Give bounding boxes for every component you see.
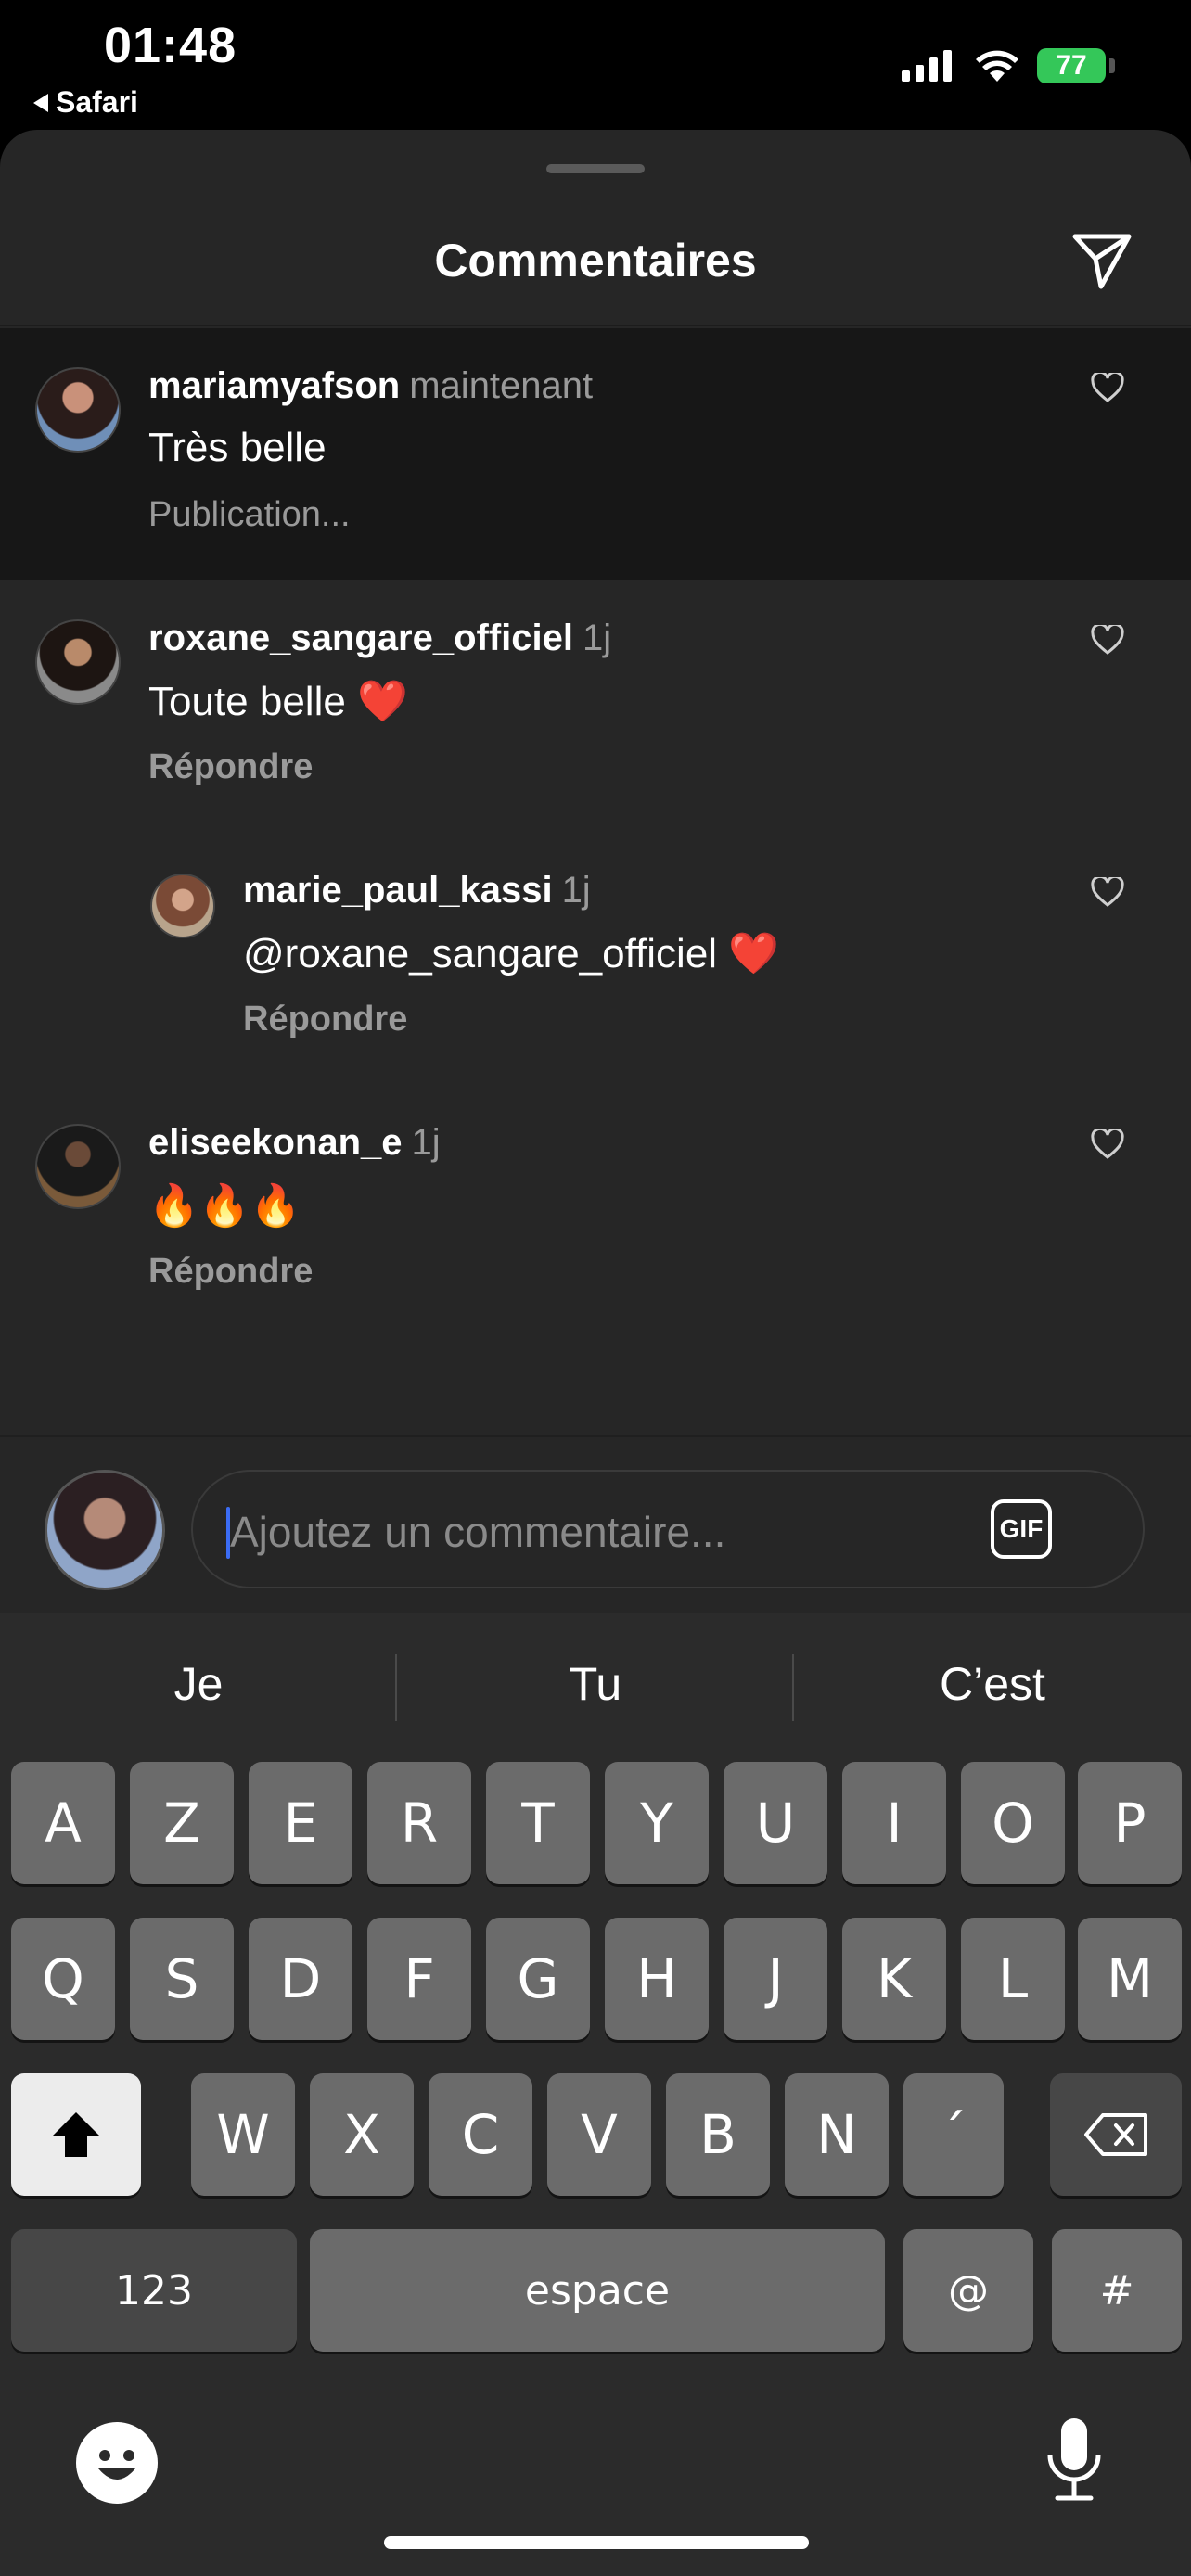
suggestion-2[interactable]: Tu: [397, 1613, 794, 1754]
comment-item: eliseekonan_e 1j 🔥🔥🔥 Répondre: [0, 1085, 1191, 1307]
comment-header: roxane_sangare_officiel 1j: [148, 618, 611, 659]
wifi-icon: [976, 50, 1018, 82]
comment-text: Toute belle ❤️: [148, 679, 408, 724]
key-e[interactable]: E: [249, 1762, 352, 1884]
composer-avatar: [45, 1470, 165, 1590]
key-l[interactable]: L: [961, 1918, 1065, 2040]
back-to-app-link[interactable]: Safari: [33, 85, 138, 120]
sheet-title: Commentaires: [434, 235, 757, 287]
avatar[interactable]: [35, 1124, 121, 1209]
comment-time: 1j: [411, 1122, 441, 1163]
key-f[interactable]: F: [367, 1918, 471, 2040]
key-accent[interactable]: ´: [903, 2073, 1004, 2196]
mic-icon[interactable]: [1039, 2415, 1109, 2507]
at-key[interactable]: @: [903, 2229, 1033, 2352]
divider: [0, 325, 1191, 326]
heart-outline-icon: [1091, 625, 1124, 655]
key-t[interactable]: T: [486, 1762, 590, 1884]
key-a[interactable]: A: [11, 1762, 115, 1884]
comment-text: Très belle: [148, 425, 327, 470]
avatar[interactable]: [35, 367, 121, 453]
comment-reply-item: marie_paul_kassi 1j @roxane_sangare_offic…: [0, 833, 1191, 1085]
gif-icon: GIF: [999, 1514, 1044, 1543]
comment-header: eliseekonan_e 1j: [148, 1122, 441, 1164]
key-c[interactable]: C: [429, 2073, 532, 2196]
key-n[interactable]: N: [785, 2073, 889, 2196]
emoji-keyboard-button[interactable]: [76, 2422, 158, 2504]
key-m[interactable]: M: [1078, 1918, 1182, 2040]
key-p[interactable]: P: [1078, 1762, 1182, 1884]
comment-text: @roxane_sangare_officiel ❤️: [243, 931, 780, 976]
reply-button[interactable]: Répondre: [148, 1252, 313, 1292]
like-button[interactable]: [1085, 870, 1130, 914]
space-key[interactable]: espace: [310, 2229, 885, 2352]
key-q[interactable]: Q: [11, 1918, 115, 2040]
hash-key[interactable]: #: [1052, 2229, 1182, 2352]
comment-username[interactable]: roxane_sangare_officiel: [148, 618, 573, 658]
comment-username[interactable]: mariamyafson: [148, 365, 400, 406]
share-button[interactable]: [1067, 226, 1137, 297]
key-u[interactable]: U: [724, 1762, 827, 1884]
key-w[interactable]: W: [191, 2073, 295, 2196]
key-o[interactable]: O: [961, 1762, 1065, 1884]
key-h[interactable]: H: [605, 1918, 709, 2040]
comment-header: marie_paul_kassi 1j: [243, 870, 591, 912]
battery-tip: [1109, 58, 1115, 73]
like-button[interactable]: [1085, 1122, 1130, 1167]
back-arrow-icon: [33, 93, 48, 112]
comment-item: mariamyafson maintenant Très belle Public…: [0, 328, 1191, 580]
shift-key[interactable]: [11, 2073, 141, 2196]
comment-time: 1j: [583, 618, 612, 658]
back-app-label: Safari: [56, 85, 138, 119]
battery-indicator: 77: [1037, 48, 1106, 83]
status-time: 01:48: [104, 18, 237, 73]
like-button[interactable]: [1085, 618, 1130, 662]
key-d[interactable]: D: [249, 1918, 352, 2040]
key-g[interactable]: G: [486, 1918, 590, 2040]
reply-button[interactable]: Répondre: [148, 747, 313, 787]
comment-header: mariamyafson maintenant: [148, 365, 593, 407]
key-z[interactable]: Z: [130, 1762, 234, 1884]
key-y[interactable]: Y: [605, 1762, 709, 1884]
avatar[interactable]: [35, 619, 121, 705]
gif-button[interactable]: GIF: [991, 1499, 1052, 1559]
comment-input[interactable]: Ajoutez un commentaire... GIF: [191, 1470, 1145, 1588]
like-button[interactable]: [1085, 365, 1130, 410]
key-j[interactable]: J: [724, 1918, 827, 2040]
key-b[interactable]: B: [666, 2073, 770, 2196]
key-r[interactable]: R: [367, 1762, 471, 1884]
comments-sheet: Commentaires mariamyafson maintenant Très…: [0, 130, 1191, 1613]
comment-item: roxane_sangare_officiel 1j Toute belle ❤️…: [0, 580, 1191, 833]
comment-time: maintenant: [409, 365, 594, 406]
suggestion-3[interactable]: C’est: [794, 1613, 1191, 1754]
key-s[interactable]: S: [130, 1918, 234, 2040]
key-x[interactable]: X: [310, 2073, 414, 2196]
signal-icon: [902, 50, 952, 82]
suggestion-1[interactable]: Je: [0, 1613, 397, 1754]
emoji-icon: [98, 2450, 135, 2480]
numbers-key[interactable]: 123: [11, 2229, 297, 2352]
backspace-key[interactable]: [1050, 2073, 1182, 2196]
status-bar: 01:48 Safari 77: [0, 0, 1191, 130]
home-indicator[interactable]: [384, 2536, 809, 2549]
comment-username[interactable]: marie_paul_kassi: [243, 870, 553, 911]
comment-time: 1j: [561, 870, 591, 911]
heart-outline-icon: [1091, 373, 1124, 402]
comment-username[interactable]: eliseekonan_e: [148, 1122, 403, 1163]
key-i[interactable]: I: [842, 1762, 946, 1884]
comment-text: 🔥🔥🔥: [148, 1183, 301, 1229]
comment-status: Publication...: [148, 495, 351, 534]
avatar[interactable]: [150, 874, 215, 938]
reply-button[interactable]: Répondre: [243, 1000, 407, 1039]
heart-outline-icon: [1091, 877, 1124, 907]
key-v[interactable]: V: [547, 2073, 651, 2196]
heart-outline-icon: [1091, 1129, 1124, 1159]
key-k[interactable]: K: [842, 1918, 946, 2040]
backspace-icon: [1084, 2113, 1147, 2156]
shift-icon: [52, 2112, 100, 2157]
battery-level: 77: [1056, 50, 1087, 81]
share-icon: [1072, 234, 1132, 289]
comment-input-placeholder: Ajoutez un commentaire...: [230, 1508, 726, 1556]
sheet-grabber[interactable]: [546, 164, 645, 173]
